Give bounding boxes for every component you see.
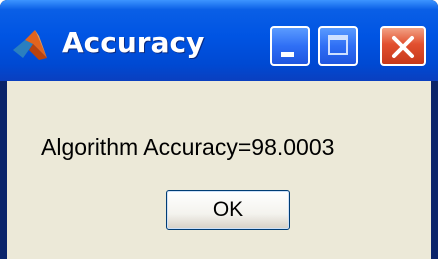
maximize-button[interactable] <box>318 26 358 66</box>
window-title: Accuracy <box>62 26 205 59</box>
minimize-button[interactable] <box>270 26 310 66</box>
accuracy-message: Algorithm Accuracy=98.0003 <box>41 134 335 160</box>
dialog-body: Algorithm Accuracy=98.0003 OK <box>7 81 431 259</box>
matlab-logo-icon <box>13 30 47 60</box>
close-icon <box>392 36 414 58</box>
accuracy-dialog-window: Accuracy Algorithm Accuracy=98.0003 OK <box>0 0 438 259</box>
ok-button[interactable]: OK <box>166 190 290 230</box>
maximize-icon <box>328 35 348 55</box>
minimize-icon <box>281 52 294 57</box>
title-bar[interactable]: Accuracy <box>0 0 438 81</box>
close-button[interactable] <box>380 26 426 66</box>
